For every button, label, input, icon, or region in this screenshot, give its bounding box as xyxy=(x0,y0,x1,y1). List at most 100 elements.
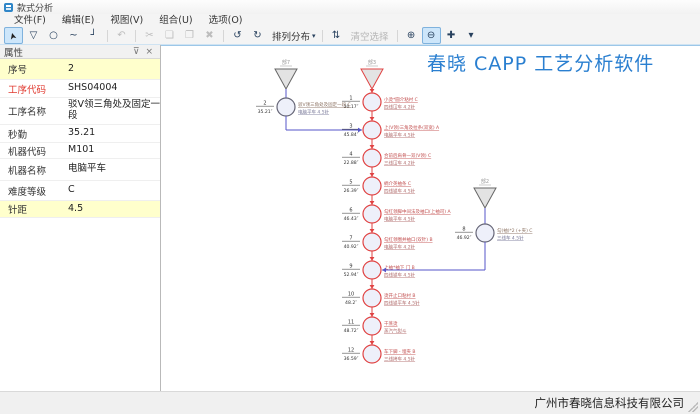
cut-icon: ✂ xyxy=(145,30,153,41)
property-value[interactable]: 驳V领三角处及固定一段 xyxy=(64,100,160,122)
property-row-6[interactable]: 机器名称电脑平车 xyxy=(0,159,160,181)
process-node[interactable] xyxy=(277,98,295,116)
node-name-label: 小烫*圆介粘衬 C xyxy=(384,96,418,103)
menu-item-2[interactable]: 编辑(E) xyxy=(54,14,102,27)
property-value[interactable]: SHS04004 xyxy=(64,83,117,94)
process-node[interactable] xyxy=(363,149,381,167)
property-row-3[interactable]: 工序名称驳V领三角处及固定一段 xyxy=(0,98,160,125)
corner-icon: ┘ xyxy=(90,30,96,41)
toolbar-separator xyxy=(223,30,224,42)
node-seq-number: 6 xyxy=(349,208,352,214)
arrowhead-icon xyxy=(370,313,375,317)
curve-icon: ~ xyxy=(69,30,77,41)
properties-panel-header: 属性 ⊽ × xyxy=(0,45,160,59)
menu-item-1[interactable]: 文件(F) xyxy=(6,14,54,27)
property-value[interactable]: C xyxy=(64,185,75,196)
part-entry-triangle-icon[interactable] xyxy=(361,69,383,89)
property-value[interactable]: M101 xyxy=(64,145,94,156)
arrowhead-icon xyxy=(370,285,375,289)
undo-icon: ↶ xyxy=(117,30,125,41)
process-node[interactable] xyxy=(363,261,381,279)
draw-curve-button[interactable]: ~ xyxy=(64,27,83,44)
zoom-in-icon: ⊕ xyxy=(407,30,415,41)
property-value[interactable]: 4.5 xyxy=(64,204,83,215)
process-node[interactable] xyxy=(363,317,381,335)
process-node[interactable] xyxy=(476,224,494,242)
part-entry-triangle-icon[interactable] xyxy=(275,69,297,89)
zoom-in-button[interactable]: ⊕ xyxy=(402,27,421,44)
properties-rows: 序号2工序代码SHS04004工序名称驳V领三角处及固定一段秒勤35.21机器代… xyxy=(0,59,160,218)
zoom-out-button[interactable]: ⊖ xyxy=(422,27,441,44)
close-icon[interactable]: × xyxy=(142,47,156,57)
menu-item-3[interactable]: 视图(V) xyxy=(102,14,151,27)
node-machine-label: 四线锁车 4.5针 xyxy=(384,272,416,279)
arrowhead-icon xyxy=(370,173,375,177)
company-name: 广州市春晓信息科技有限公司 xyxy=(535,395,685,411)
toolbar-separator xyxy=(322,30,323,42)
process-node[interactable] xyxy=(363,93,381,111)
rotate-right-button[interactable]: ↻ xyxy=(248,27,267,44)
property-row-4[interactable]: 秒勤35.21 xyxy=(0,125,160,143)
properties-panel-title: 属性 xyxy=(4,45,23,59)
delete-icon: ✖ xyxy=(205,30,213,41)
property-value[interactable]: 2 xyxy=(64,64,74,75)
arrange-button[interactable]: 排列分布▾ xyxy=(268,27,318,44)
arrowhead-icon xyxy=(358,128,362,133)
process-node[interactable] xyxy=(363,289,381,307)
align-icon: ⇅ xyxy=(332,30,340,41)
node-name-label: 上(V领)三角及拉条(双宽) A xyxy=(384,124,440,131)
cut-button[interactable]: ✂ xyxy=(140,27,159,44)
zoom-out-icon: ⊖ xyxy=(427,30,435,41)
node-name-label: 驳V领三角处及固定一段 C xyxy=(298,101,351,108)
pin-icon[interactable]: ⊽ xyxy=(130,47,143,57)
process-node[interactable] xyxy=(363,345,381,363)
node-name-label: 干蒸烫 xyxy=(384,320,398,327)
node-machine-label: 四线冚车 4.2针 xyxy=(384,104,416,111)
diagram-canvas[interactable]: 春晓 CAPP 工艺分析软件 部3130.17″小烫*圆介粘衬 C四线冚车 4.… xyxy=(161,45,700,392)
delete-button[interactable]: ✖ xyxy=(200,27,219,44)
property-row-2[interactable]: 工序代码SHS04004 xyxy=(0,80,160,98)
node-seq-number: 2 xyxy=(263,101,266,107)
process-node[interactable] xyxy=(363,233,381,251)
align-button[interactable]: ⇅ xyxy=(327,27,346,44)
node-seq-number: 11 xyxy=(348,320,354,326)
node-time-value: 45.84″ xyxy=(344,132,359,138)
copy-button[interactable]: ❏ xyxy=(160,27,179,44)
property-value[interactable]: 电脑平车 xyxy=(64,164,106,175)
select-cursor-button[interactable]: ➤ xyxy=(4,27,23,44)
menu-bar: 文件(F)编辑(E)视图(V)组合(U)选项(O) xyxy=(0,14,700,27)
pan-button[interactable]: ✚ xyxy=(442,27,461,44)
node-seq-number: 9 xyxy=(349,264,352,270)
property-row-5[interactable]: 机器代码M101 xyxy=(0,143,160,159)
process-node[interactable] xyxy=(363,177,381,195)
draw-triangle-button[interactable]: ▽ xyxy=(24,27,43,44)
undo-button[interactable]: ↶ xyxy=(112,27,131,44)
property-value[interactable]: 35.21 xyxy=(64,128,95,139)
process-node[interactable] xyxy=(363,121,381,139)
arrange-button-label: 排列分布 xyxy=(270,29,312,43)
paste-button[interactable]: ❐ xyxy=(180,27,199,44)
overflow-button[interactable]: ▾ xyxy=(462,27,481,44)
draw-corner-button[interactable]: ┘ xyxy=(84,27,103,44)
resize-grip-icon[interactable] xyxy=(688,402,698,412)
node-time-value: 52.94″ xyxy=(344,272,359,278)
process-node[interactable] xyxy=(363,205,381,223)
toolbar-separator xyxy=(397,30,398,42)
rotate-left-icon: ↺ xyxy=(233,30,241,41)
menu-item-4[interactable]: 组合(U) xyxy=(151,14,200,27)
branch-label: 部3 xyxy=(368,59,376,66)
menu-item-5[interactable]: 选项(O) xyxy=(201,14,251,27)
rotate-left-button[interactable]: ↺ xyxy=(228,27,247,44)
part-entry-triangle-icon[interactable] xyxy=(474,188,496,208)
node-name-label: 烫开止口粘衬 B xyxy=(384,292,416,299)
property-row-7[interactable]: 难度等级C xyxy=(0,181,160,201)
node-machine-label: 电脑平车 4.2针 xyxy=(384,244,416,251)
clear-selection-button[interactable]: 清空选择 xyxy=(347,27,393,44)
node-machine-label: 电脑平车 4.5针 xyxy=(298,109,330,116)
rotate-right-icon: ↻ xyxy=(253,30,261,41)
node-seq-number: 10 xyxy=(348,292,354,298)
property-row-1[interactable]: 序号2 xyxy=(0,59,160,80)
property-row-8[interactable]: 针距4.5 xyxy=(0,201,160,218)
node-time-value: 48.72″ xyxy=(344,328,359,334)
draw-ellipse-button[interactable]: ○ xyxy=(44,27,63,44)
